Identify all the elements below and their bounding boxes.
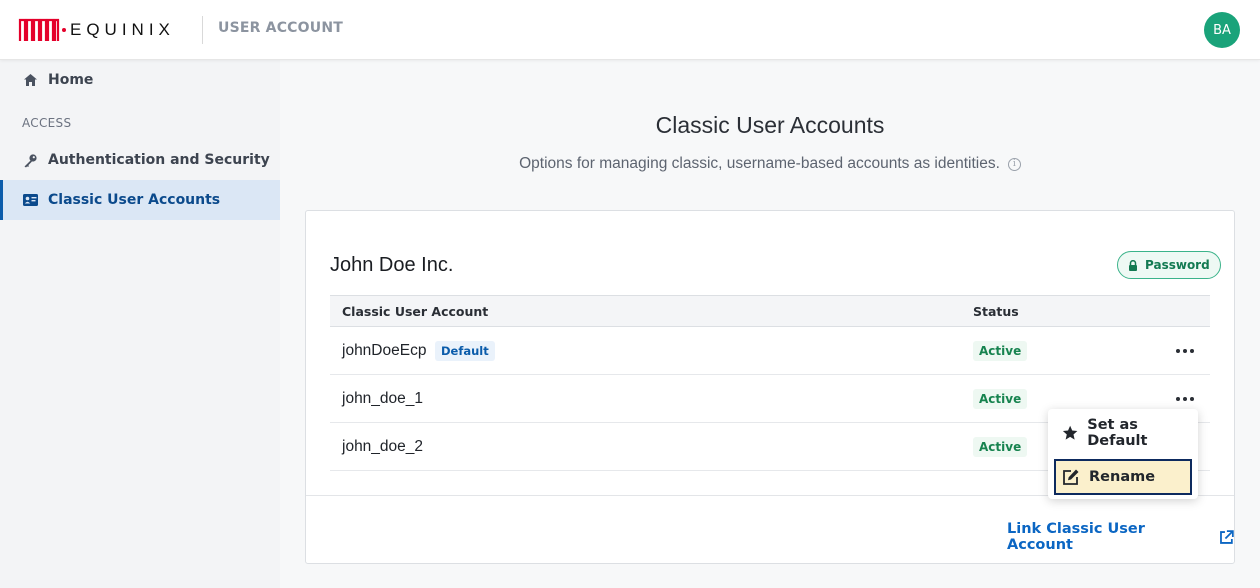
link-button-label: Link Classic User Account bbox=[1007, 521, 1145, 553]
status-badge: Active bbox=[973, 341, 1028, 361]
id-card-icon bbox=[22, 192, 38, 208]
status-badge: Active bbox=[973, 389, 1028, 409]
link-classic-user-account-button[interactable]: Link Classic User Account bbox=[1007, 521, 1234, 553]
auth-method-badge: Password bbox=[1117, 251, 1221, 279]
logo-dot bbox=[62, 28, 66, 32]
account-card: John Doe Inc. Password Classic User Acco… bbox=[305, 210, 1235, 564]
sidebar-item-label: Classic User Accounts bbox=[48, 192, 221, 208]
dot-icon bbox=[1176, 397, 1180, 401]
equinix-logo[interactable]: EQUINIX bbox=[18, 17, 175, 43]
top-bar: EQUINIX USER ACCOUNT BA bbox=[0, 0, 1260, 60]
header-divider bbox=[202, 16, 203, 44]
app-title: USER ACCOUNT bbox=[218, 20, 343, 36]
dot-icon bbox=[1176, 349, 1180, 353]
column-header-status: Status bbox=[973, 304, 1019, 319]
sidebar-section-access: ACCESS bbox=[22, 116, 72, 130]
sidebar-item-label: Authentication and Security bbox=[48, 152, 270, 168]
table-row: johnDoeEcp Default Active bbox=[330, 327, 1210, 375]
more-options-button[interactable] bbox=[1170, 339, 1200, 363]
edit-icon bbox=[1063, 469, 1079, 485]
account-name: john_doe_1 bbox=[342, 390, 424, 407]
auth-method-label: Password bbox=[1145, 258, 1210, 272]
sidebar-item-home[interactable]: Home bbox=[0, 60, 280, 100]
account-name: johnDoeEcp bbox=[342, 342, 427, 359]
dot-icon bbox=[1183, 349, 1187, 353]
account-name: john_doe_2 bbox=[342, 438, 424, 455]
more-options-button[interactable] bbox=[1170, 387, 1200, 411]
equinix-logo-mark bbox=[18, 18, 60, 41]
lock-icon bbox=[1129, 259, 1137, 271]
table-header: Classic User Account Status bbox=[330, 295, 1210, 327]
column-header-account: Classic User Account bbox=[342, 304, 489, 319]
info-icon[interactable]: i bbox=[1007, 158, 1021, 171]
user-avatar[interactable]: BA bbox=[1204, 12, 1240, 48]
menu-item-label: Set as Default bbox=[1087, 417, 1148, 449]
sidebar: Home ACCESS Authentication and Security … bbox=[0, 60, 280, 588]
star-icon bbox=[1062, 425, 1078, 440]
page-subtitle: Options for managing classic, username-b… bbox=[280, 155, 1260, 173]
page-title: Classic User Accounts bbox=[655, 112, 885, 138]
sidebar-item-authentication[interactable]: Authentication and Security bbox=[0, 140, 280, 180]
organization-name: John Doe Inc. bbox=[330, 254, 454, 276]
status-badge: Active bbox=[973, 437, 1028, 457]
menu-item-set-as-default[interactable]: Set as Default bbox=[1054, 415, 1192, 451]
menu-item-label: Rename bbox=[1089, 469, 1156, 485]
external-link-icon bbox=[1220, 529, 1234, 544]
main-content: Classic User Accounts Options for managi… bbox=[280, 60, 1260, 588]
brand-name: EQUINIX bbox=[70, 20, 175, 39]
key-icon bbox=[22, 152, 38, 168]
dot-icon bbox=[1183, 397, 1187, 401]
page-subtitle-text: Options for managing classic, username-b… bbox=[519, 155, 1000, 172]
dot-icon bbox=[1190, 397, 1194, 401]
default-badge: Default bbox=[435, 341, 495, 361]
menu-item-rename[interactable]: Rename bbox=[1054, 459, 1192, 495]
row-actions-menu: Set as Default Rename bbox=[1048, 409, 1198, 499]
home-icon bbox=[22, 72, 38, 88]
dot-icon bbox=[1190, 349, 1194, 353]
sidebar-item-classic-user-accounts[interactable]: Classic User Accounts bbox=[0, 180, 280, 220]
sidebar-item-label: Home bbox=[48, 72, 94, 88]
